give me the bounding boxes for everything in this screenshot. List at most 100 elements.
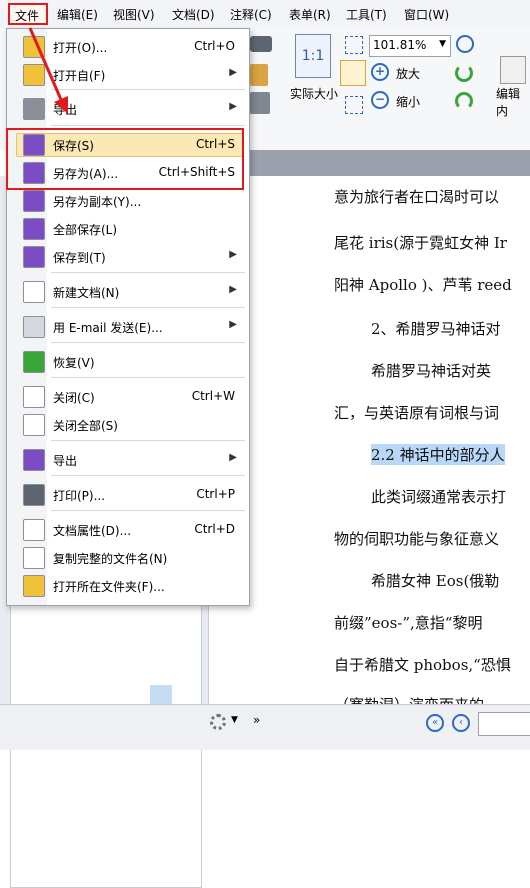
menu-separator	[51, 377, 245, 378]
rotate-left-icon[interactable]	[455, 64, 473, 82]
menu-item-label: 另存为副本(Y)...	[53, 195, 142, 209]
email-icon	[23, 316, 45, 338]
doc-heading-selected: 2.2 神话中的部分人	[371, 444, 505, 465]
menu-item-shortcut: Ctrl+O	[194, 39, 235, 53]
menu-separator	[51, 272, 245, 273]
doc-line: 意为旅行者在口渴时可以	[334, 188, 500, 206]
file-menu-item[interactable]: 新建文档(N) ▶	[7, 278, 249, 306]
file-menu-item[interactable]: 恢复(V)	[7, 348, 249, 376]
submenu-arrow-icon: ▶	[229, 67, 237, 78]
actual-size-icon[interactable]: 1:1	[295, 34, 331, 78]
open-folder-icon	[23, 575, 45, 597]
close-all-icon	[23, 414, 45, 436]
file-menu-item[interactable]: 打印(P)... Ctrl+P	[7, 481, 249, 509]
zoom-value: 101.81%	[373, 38, 427, 52]
menu-item-label: 关闭全部(S)	[53, 419, 118, 433]
copy-filename-icon	[23, 547, 45, 569]
actual-size-label[interactable]: 实际大小	[290, 85, 338, 102]
menu-tools[interactable]: 工具(T)	[346, 6, 387, 23]
doc-line: 前缀”eos-”,意指“黎明	[334, 614, 483, 632]
zoom-out-label[interactable]: 缩小	[396, 93, 420, 110]
menu-separator	[51, 342, 245, 343]
menu-item-label: 打开所在文件夹(F)...	[53, 580, 165, 594]
menu-item-shortcut: Ctrl+P	[196, 487, 235, 501]
fit-page-icon[interactable]	[345, 36, 363, 54]
close-document-icon	[23, 386, 45, 408]
menu-form[interactable]: 表单(R)	[289, 6, 331, 23]
menu-item-shortcut: Ctrl+D	[194, 522, 235, 536]
save-to-icon	[23, 246, 45, 268]
settings-gear-icon[interactable]	[210, 714, 226, 730]
zoom-tool-icon[interactable]	[456, 35, 474, 53]
menu-separator	[51, 510, 245, 511]
fit-width-icon[interactable]	[340, 60, 366, 86]
menu-item-label: 文档属性(D)...	[53, 524, 132, 538]
submenu-arrow-icon: ▶	[229, 452, 237, 463]
file-menu-item[interactable]: 关闭全部(S)	[7, 411, 249, 439]
file-menu-item[interactable]: 全部保存(L)	[7, 215, 249, 243]
chevron-down-icon: ▼	[439, 39, 446, 49]
edit-content-label[interactable]: 编辑内	[496, 85, 530, 119]
file-menu-item[interactable]: 另存为副本(Y)...	[7, 187, 249, 215]
zoom-in-icon[interactable]: +	[371, 63, 389, 81]
edit-content-icon[interactable]	[500, 56, 526, 84]
menu-item-label: 导出	[53, 454, 78, 468]
revert-icon	[23, 351, 45, 373]
menu-separator	[51, 307, 245, 308]
menu-item-label: 保存到(T)	[53, 251, 106, 265]
doc-line: 阳神 Apollo )、芦苇 reed	[334, 276, 512, 294]
save-all-icon	[23, 218, 45, 240]
file-menu-item[interactable]: 关闭(C) Ctrl+W	[7, 383, 249, 411]
camera-icon[interactable]	[250, 36, 272, 52]
doc-line: 自于希腊文 phobos,“恐惧	[334, 656, 511, 674]
file-menu-item[interactable]: 保存到(T) ▶	[7, 243, 249, 271]
submenu-arrow-icon: ▶	[229, 319, 237, 330]
doc-line: 尾花 iris(源于霓虹女神 Ir	[334, 234, 507, 252]
rotate-right-icon[interactable]	[455, 92, 473, 110]
submenu-arrow-icon: ▶	[229, 249, 237, 260]
doc-line: 此类词缀通常表示打	[371, 488, 507, 506]
find-icon[interactable]	[250, 92, 270, 114]
doc-line: 2、希腊罗马神话对	[371, 320, 501, 338]
status-bar: ▼ » « ‹	[0, 704, 530, 750]
new-document-icon	[23, 281, 45, 303]
menu-document[interactable]: 文档(D)	[172, 6, 215, 23]
menu-window[interactable]: 窗口(W)	[404, 6, 449, 23]
save-copy-icon	[23, 190, 45, 212]
paste-icon[interactable]	[250, 64, 268, 86]
submenu-arrow-icon: ▶	[229, 284, 237, 295]
menu-item-label: 用 E-mail 发送(E)...	[53, 321, 163, 335]
file-menu-item[interactable]: 导出 ▶	[7, 446, 249, 474]
doc-line: （塞勒涅）演变而来的	[334, 694, 484, 704]
file-menu-item[interactable]: 打开所在文件夹(F)...	[7, 572, 249, 600]
settings-dropdown-icon[interactable]: ▼	[231, 715, 238, 725]
document-view[interactable]: 意为旅行者在口渴时可以 尾花 iris(源于霓虹女神 Ir 阳神 Apollo …	[208, 176, 530, 704]
tab-bar	[248, 150, 530, 176]
menu-item-label: 全部保存(L)	[53, 223, 118, 237]
menu-item-label: 复制完整的文件名(N)	[53, 552, 168, 566]
annotation-arrow	[28, 27, 68, 114]
zoom-in-label[interactable]: 放大	[396, 65, 420, 82]
submenu-arrow-icon: ▶	[229, 101, 237, 112]
fit-visible-icon[interactable]	[345, 96, 363, 114]
expand-icon[interactable]: »	[253, 713, 260, 727]
page-number-input[interactable]	[478, 712, 530, 736]
zoom-out-icon[interactable]: −	[371, 91, 389, 109]
first-page-icon[interactable]: «	[426, 714, 444, 732]
export-icon	[23, 449, 45, 471]
menu-view[interactable]: 视图(V)	[113, 6, 155, 23]
menu-item-label: 关闭(C)	[53, 391, 95, 405]
printer-icon	[23, 484, 45, 506]
menu-comment[interactable]: 注释(C)	[230, 6, 272, 23]
properties-icon	[23, 519, 45, 541]
zoom-combobox[interactable]: 101.81% ▼	[369, 35, 451, 57]
menu-item-label: 打印(P)...	[53, 489, 106, 503]
doc-line: 希腊女神 Eos(俄勒	[371, 572, 500, 590]
file-menu-item[interactable]: 文档属性(D)... Ctrl+D	[7, 516, 249, 544]
file-menu-item[interactable]: 用 E-mail 发送(E)... ▶	[7, 313, 249, 341]
previous-page-icon[interactable]: ‹	[452, 714, 470, 732]
file-menu-item[interactable]: 复制完整的文件名(N)	[7, 544, 249, 572]
menu-item-label: 恢复(V)	[53, 356, 95, 370]
menu-item-shortcut: Ctrl+W	[191, 389, 235, 403]
doc-line: 希腊罗马神话对英	[371, 362, 492, 380]
